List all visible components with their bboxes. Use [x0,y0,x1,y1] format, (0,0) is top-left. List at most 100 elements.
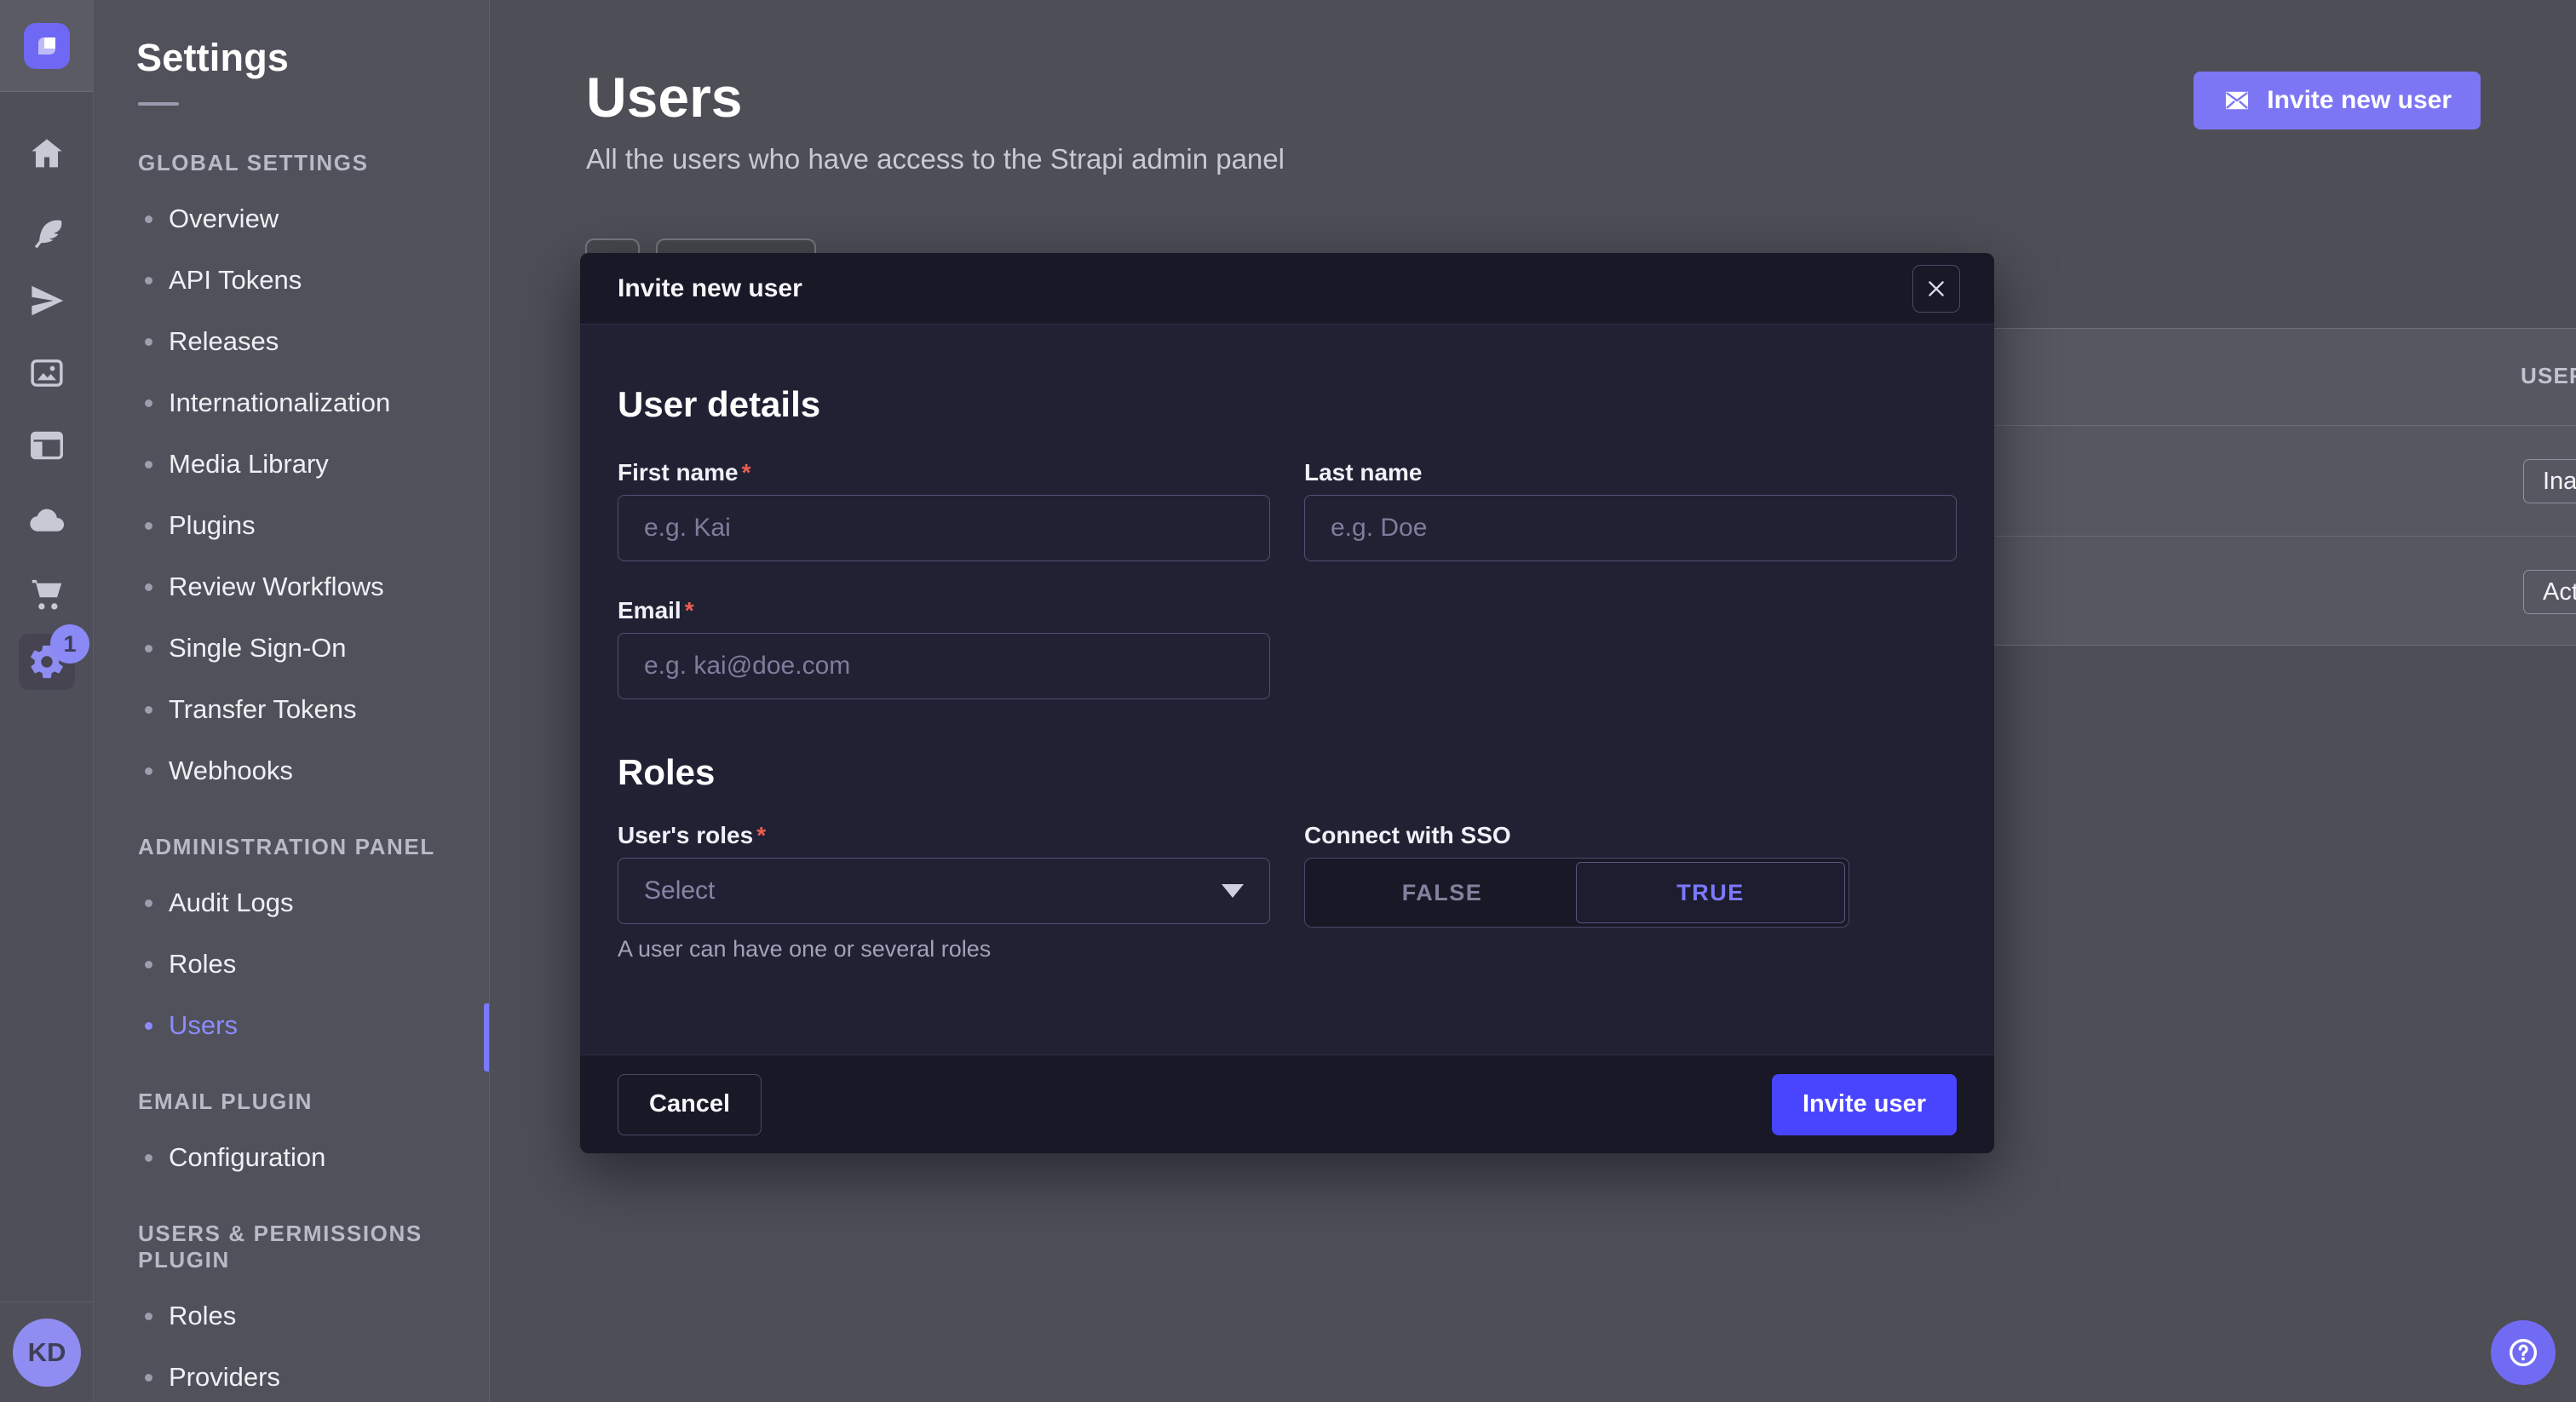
sidebar-item-releases[interactable]: Releases [94,311,489,372]
settings-notification-badge: 1 [50,624,89,664]
close-button[interactable] [1912,265,1960,313]
bullet-icon [145,522,152,530]
active-item-indicator [484,1003,489,1072]
sidebar-item-up-roles[interactable]: Roles [94,1285,489,1347]
sidebar-item-single-sign-on[interactable]: Single Sign-On [94,618,489,679]
first-name-input[interactable] [618,495,1270,561]
first-name-field-group: First name* [618,459,1270,561]
section-administration-panel: Audit Logs Roles Users [94,872,489,1056]
bullet-icon [145,1374,152,1382]
email-label: Email* [618,597,1270,624]
section-global-settings: Overview API Tokens Releases Internation… [94,188,489,802]
rail-item-cloud[interactable] [0,497,94,542]
email-input[interactable] [618,633,1270,699]
sidebar-item-plugins[interactable]: Plugins [94,495,489,556]
cancel-button[interactable]: Cancel [618,1074,762,1135]
home-icon [27,135,66,174]
rail-item-marketplace[interactable] [0,572,94,616]
help-button[interactable] [2491,1320,2556,1385]
invite-user-modal: Invite new user User details First name* [580,253,1994,1153]
bullet-icon [145,1154,152,1162]
section-label-global-settings: GLOBAL SETTINGS [94,150,489,176]
layout-icon [27,426,66,465]
sso-field-group: Connect with SSO FALSE TRUE [1304,822,1957,962]
rail-item-media-library[interactable] [0,351,94,395]
feather-icon [27,215,66,255]
bullet-icon [145,461,152,468]
section-email-plugin: Configuration [94,1127,489,1188]
paper-plane-icon [27,281,66,320]
last-name-input[interactable] [1304,495,1957,561]
strapi-logo-glyph [33,32,60,60]
bullet-icon [145,767,152,775]
bullet-icon [145,277,152,284]
settings-sidebar: Settings GLOBAL SETTINGS Overview API To… [94,0,490,1402]
required-asterisk: * [756,822,766,849]
section-users-permissions-plugin: Roles Providers [94,1285,489,1402]
sidebar-item-providers[interactable]: Providers [94,1347,489,1402]
strapi-admin-app: 1 KD Settings GLOBAL SETTINGS Overview A… [0,0,2576,1402]
sidebar-item-users[interactable]: Users [94,995,489,1056]
sidebar-item-webhooks[interactable]: Webhooks [94,740,489,802]
sso-toggle: FALSE TRUE [1304,858,1849,928]
rail-item-content-type-builder[interactable] [0,423,94,468]
bullet-icon [145,706,152,714]
sidebar-item-api-tokens[interactable]: API Tokens [94,250,489,311]
page-title: Users [586,65,742,129]
modal-title: Invite new user [618,274,802,303]
invite-user-submit-button[interactable]: Invite user [1772,1074,1957,1135]
sidebar-item-overview[interactable]: Overview [94,188,489,250]
status-badge: Active [2523,570,2576,614]
invite-new-user-button[interactable]: Invite new user [2194,72,2481,129]
sidebar-item-audit-logs[interactable]: Audit Logs [94,872,489,934]
bullet-icon [145,1022,152,1030]
select-value: Select [644,876,715,905]
user-details-form: First name* Last name Email* [618,459,1957,699]
sidebar-item-admin-roles[interactable]: Roles [94,934,489,995]
section-heading-roles: Roles [618,752,1957,793]
bullet-icon [145,961,152,968]
title-divider [138,102,179,106]
required-asterisk: * [742,459,751,486]
strapi-logo-icon [24,23,70,69]
rail-item-workspace[interactable] [0,0,94,92]
email-field-group: Email* [618,597,1270,699]
sidebar-item-internationalization[interactable]: Internationalization [94,372,489,434]
sidebar-item-review-workflows[interactable]: Review Workflows [94,556,489,618]
required-asterisk: * [685,597,694,624]
section-label-administration-panel: ADMINISTRATION PANEL [94,834,489,860]
user-roles-field-group: User's roles* Select A user can have one… [618,822,1270,962]
sidebar-item-configuration[interactable]: Configuration [94,1127,489,1188]
close-icon [1925,278,1947,300]
bullet-icon [145,215,152,223]
user-roles-label: User's roles* [618,822,1270,849]
modal-body: User details First name* Last name [580,325,1994,1054]
sso-toggle-true[interactable]: TRUE [1576,862,1845,923]
section-label-users-permissions-plugin: USERS & PERMISSIONS PLUGIN [94,1221,489,1273]
last-name-label: Last name [1304,459,1957,486]
rail-item-home[interactable] [0,132,94,176]
question-mark-icon [2505,1335,2541,1370]
user-roles-select[interactable]: Select [618,858,1270,924]
chevron-down-icon [1222,884,1244,898]
user-avatar[interactable]: KD [13,1319,81,1387]
bullet-icon [145,399,152,407]
sso-label: Connect with SSO [1304,822,1957,849]
cart-icon [27,574,66,613]
invite-new-user-label: Invite new user [2267,86,2452,115]
sidebar-item-media-library[interactable]: Media Library [94,434,489,495]
rail-divider [0,1301,94,1302]
section-label-email-plugin: EMAIL PLUGIN [94,1089,489,1115]
rail-item-release[interactable] [0,279,94,323]
bullet-icon [145,645,152,652]
rail-item-content-manager[interactable] [0,213,94,257]
sidebar-item-transfer-tokens[interactable]: Transfer Tokens [94,679,489,740]
grid-spacer [1304,597,1957,699]
images-icon [27,353,66,393]
icon-rail: 1 KD [0,0,94,1402]
roles-form: User's roles* Select A user can have one… [618,822,1957,962]
bullet-icon [145,338,152,346]
sso-toggle-false[interactable]: FALSE [1308,862,1576,923]
sidebar-sections: GLOBAL SETTINGS Overview API Tokens Rele… [94,150,489,1402]
modal-footer: Cancel Invite user [580,1054,1994,1153]
